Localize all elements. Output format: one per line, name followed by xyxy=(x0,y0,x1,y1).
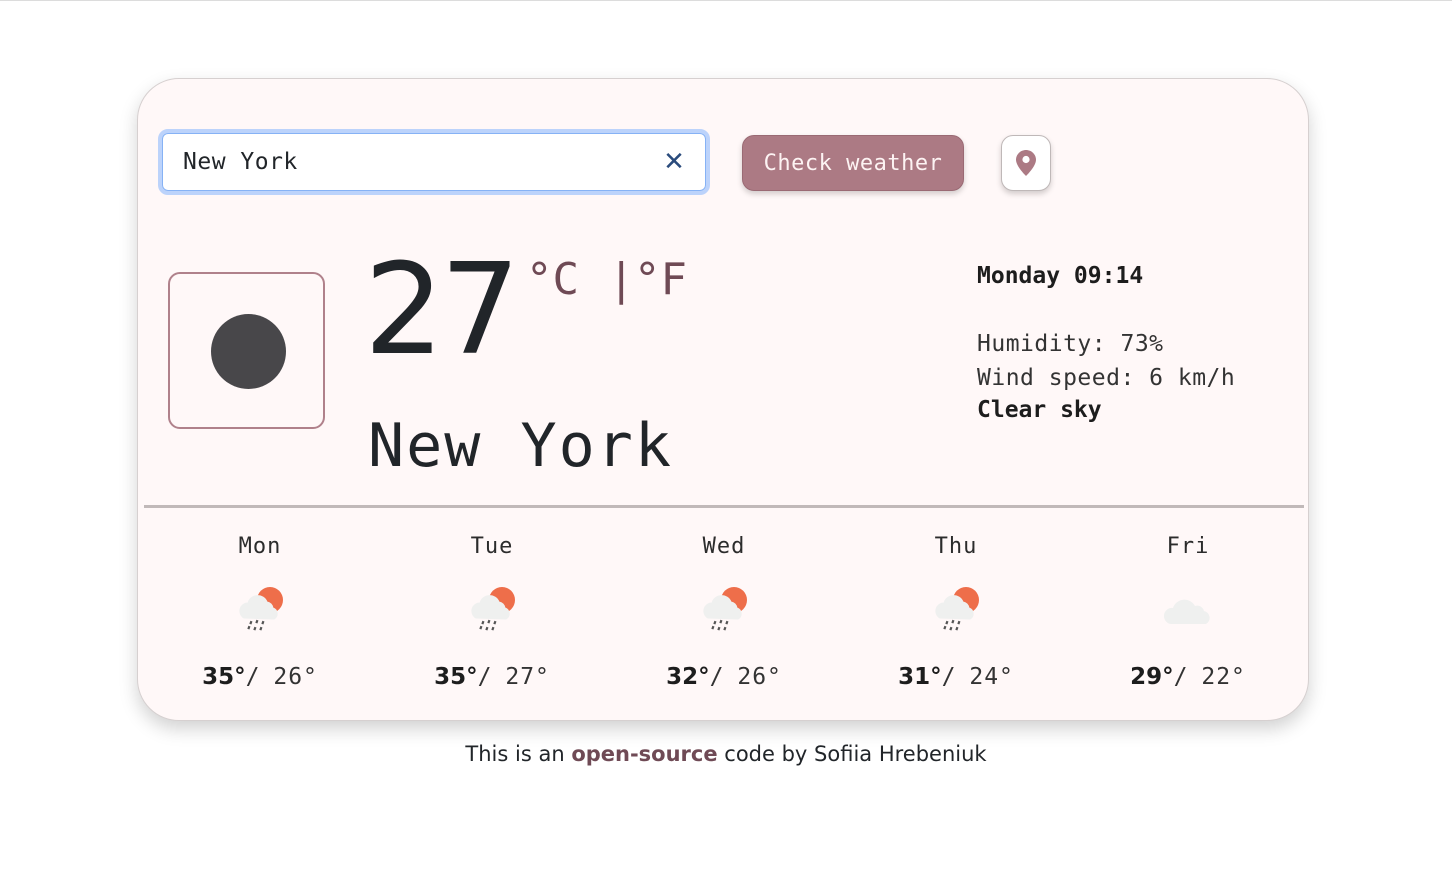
sun-cloud-rain-icon xyxy=(239,587,283,631)
footer-suffix: code by Sofiia Hrebeniuk xyxy=(717,742,987,766)
forecast-temps: 32°/ 26° xyxy=(608,664,840,690)
forecast-temps: 35°/ 26° xyxy=(144,664,376,690)
current-weather-icon-box xyxy=(168,272,325,429)
forecast-min-temp: 27° xyxy=(505,664,550,690)
unit-separator: | xyxy=(608,254,635,305)
map-pin-icon xyxy=(1016,150,1036,176)
forecast-day: Thu 31°/ 24° xyxy=(840,534,1072,704)
current-location-button[interactable] xyxy=(1001,135,1051,191)
forecast-day-name: Thu xyxy=(934,534,978,559)
forecast-max-temp: 32° xyxy=(666,664,710,690)
current-datetime: Monday 09:14 xyxy=(977,263,1144,289)
forecast-temp-separator: / xyxy=(709,664,724,690)
city-name: New York xyxy=(368,411,673,481)
forecast-day: Mon 35°/ 26° xyxy=(144,534,376,704)
forecast-max-temp: 35° xyxy=(202,664,246,690)
forecast-min-temp: 26° xyxy=(737,664,782,690)
forecast-temps: 29°/ 22° xyxy=(1072,664,1304,690)
forecast-max-temp: 29° xyxy=(1130,664,1174,690)
forecast-temp-separator: / xyxy=(1173,664,1188,690)
wind-speed: Wind speed: 6 km/h xyxy=(977,365,1236,391)
forecast-day-name: Fri xyxy=(1166,534,1210,559)
current-temperature: 27 xyxy=(364,236,520,383)
forecast-list: Mon 35°/ 26° Tue 35°/ 27° Wed 32°/ 26° T… xyxy=(144,534,1304,704)
check-weather-button[interactable]: Check weather xyxy=(742,135,964,191)
city-search-input[interactable] xyxy=(162,133,706,191)
forecast-min-temp: 26° xyxy=(273,664,318,690)
sun-cloud-rain-icon xyxy=(935,587,979,631)
forecast-day-name: Tue xyxy=(470,534,514,559)
forecast-temp-separator: / xyxy=(245,664,260,690)
forecast-max-temp: 31° xyxy=(898,664,942,690)
sun-cloud-rain-icon xyxy=(703,587,747,631)
forecast-day-name: Wed xyxy=(702,534,746,559)
forecast-min-temp: 22° xyxy=(1201,664,1246,690)
humidity: Humidity: 73% xyxy=(977,331,1164,357)
weather-details: Monday 09:14 Humidity: 73% Wind speed: 6… xyxy=(977,263,1235,423)
forecast-day-name: Mon xyxy=(238,534,282,559)
sun-cloud-rain-icon xyxy=(471,587,515,631)
close-icon[interactable]: ✕ xyxy=(662,147,686,177)
forecast-day: Fri 29°/ 22° xyxy=(1072,534,1304,704)
moon-clear-night-icon xyxy=(211,314,286,389)
forecast-temps: 31°/ 24° xyxy=(840,664,1072,690)
footer-prefix: This is an xyxy=(465,742,572,766)
forecast-temp-separator: / xyxy=(477,664,492,690)
forecast-max-temp: 35° xyxy=(434,664,478,690)
forecast-temps: 35°/ 27° xyxy=(376,664,608,690)
open-source-link[interactable]: open-source xyxy=(571,742,717,766)
fahrenheit-toggle[interactable]: °F xyxy=(634,254,687,305)
forecast-min-temp: 24° xyxy=(969,664,1014,690)
weather-card: ✕ Check weather 27 °C | °F New York Mond… xyxy=(137,78,1309,721)
search-field-wrapper: ✕ xyxy=(158,129,710,195)
weather-description: Clear sky xyxy=(977,397,1102,423)
cloud-icon xyxy=(1164,599,1210,624)
divider xyxy=(144,505,1304,508)
footer: This is an open-source code by Sofiia Hr… xyxy=(0,742,1452,766)
forecast-day: Tue 35°/ 27° xyxy=(376,534,608,704)
celsius-toggle[interactable]: °C xyxy=(526,254,579,305)
forecast-day: Wed 32°/ 26° xyxy=(608,534,840,704)
forecast-temp-separator: / xyxy=(941,664,956,690)
